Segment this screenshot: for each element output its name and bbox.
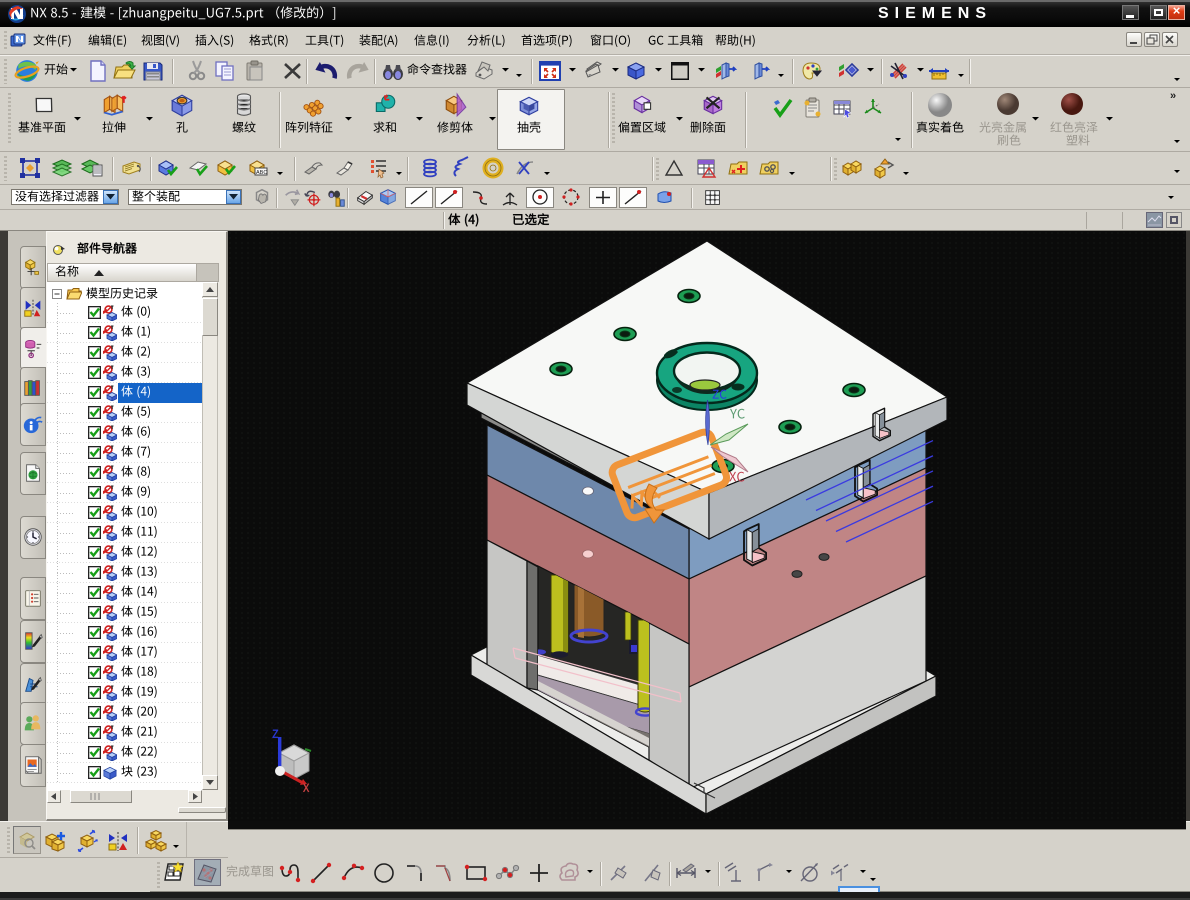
- svg-text:ABC: ABC: [256, 170, 267, 176]
